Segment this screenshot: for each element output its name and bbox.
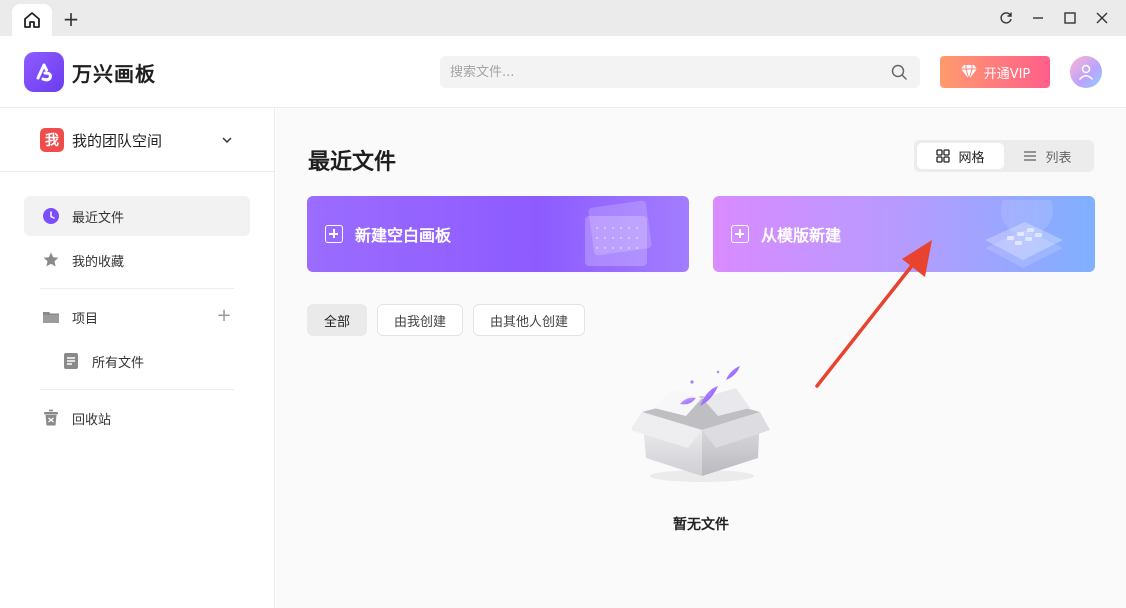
plus-square-icon (325, 225, 343, 243)
new-tab-button[interactable]: + (60, 8, 82, 30)
search-icon[interactable] (890, 63, 908, 81)
sidebar: 我 我的团队空间 最近文件 我的收藏 项目 + 所有文件 回收站 (0, 108, 275, 608)
team-switcher[interactable]: 我 我的团队空间 (24, 124, 250, 156)
home-tab[interactable] (12, 4, 52, 36)
filter-all[interactable]: 全部 (307, 304, 368, 336)
vip-button[interactable]: 开通VIP (940, 56, 1050, 88)
sidebar-item-label: 项目 (72, 311, 99, 327)
folder-icon (42, 308, 60, 326)
vip-label: 开通VIP (983, 66, 1031, 82)
list-view-label: 列表 (1045, 150, 1072, 166)
sidebar-item-favorites[interactable]: 我的收藏 (24, 240, 250, 280)
new-blank-board-label: 新建空白画板 (355, 226, 452, 245)
new-blank-board-card[interactable]: 新建空白画板 (307, 196, 689, 272)
clock-icon (42, 207, 60, 225)
user-avatar[interactable] (1070, 56, 1102, 88)
grid-view-label: 网格 (958, 150, 985, 166)
filter-group: 全部 由我创建 由其他人创建 (307, 304, 586, 336)
team-name: 我的团队空间 (72, 131, 163, 150)
page-title: 最近文件 (308, 150, 397, 175)
team-badge: 我 (40, 128, 64, 152)
filter-created-by-others[interactable]: 由其他人创建 (473, 304, 586, 336)
list-view-button[interactable]: 列表 (1004, 143, 1091, 169)
maximize-icon[interactable] (1058, 6, 1082, 30)
grid-view-button[interactable]: 网格 (917, 143, 1004, 169)
empty-state-text: 暂无文件 (673, 517, 729, 533)
main-content: 最近文件 网格 列表 新建空白画板 从模版新建 全部 由我创建 由其他人创建 暂… (276, 108, 1126, 608)
star-icon (42, 251, 60, 269)
search-input[interactable] (450, 62, 870, 82)
sidebar-item-all-files[interactable]: 所有文件 (44, 341, 250, 381)
file-icon (62, 352, 80, 370)
sidebar-divider (0, 171, 274, 172)
template-illustration-icon (985, 200, 1063, 268)
title-bar: + (0, 0, 1126, 36)
list-icon (1024, 151, 1037, 161)
view-toggle: 网格 列表 (914, 140, 1094, 172)
sidebar-item-recent[interactable]: 最近文件 (24, 196, 250, 236)
sidebar-divider (40, 389, 234, 390)
sidebar-item-label: 回收站 (72, 412, 112, 428)
home-icon (24, 12, 40, 28)
sidebar-item-label: 我的收藏 (72, 254, 125, 270)
trash-icon (42, 409, 60, 427)
filter-created-by-me[interactable]: 由我创建 (377, 304, 464, 336)
sidebar-divider (40, 288, 234, 289)
plus-square-icon (731, 225, 749, 243)
diamond-icon (960, 65, 977, 80)
sidebar-item-label: 所有文件 (92, 355, 145, 371)
sidebar-item-label: 最近文件 (72, 210, 125, 226)
sidebar-item-trash[interactable]: 回收站 (24, 398, 250, 438)
app-header: 万兴画板 开通VIP (0, 36, 1126, 108)
grid-icon (936, 149, 951, 163)
user-icon (1078, 64, 1094, 81)
board-illustration-icon (585, 200, 652, 266)
empty-box-illustration (632, 366, 770, 482)
sidebar-item-projects[interactable]: 项目 + (24, 297, 250, 337)
new-from-template-card[interactable]: 从模版新建 (713, 196, 1095, 272)
add-project-icon[interactable]: + (216, 307, 232, 325)
chevron-down-icon[interactable] (220, 133, 234, 147)
search-bar[interactable] (440, 56, 920, 88)
close-icon[interactable] (1090, 6, 1114, 30)
refresh-icon[interactable] (994, 6, 1018, 30)
app-logo[interactable] (24, 52, 64, 92)
app-name: 万兴画板 (72, 62, 156, 86)
minimize-icon[interactable] (1026, 6, 1050, 30)
new-from-template-label: 从模版新建 (761, 226, 842, 245)
